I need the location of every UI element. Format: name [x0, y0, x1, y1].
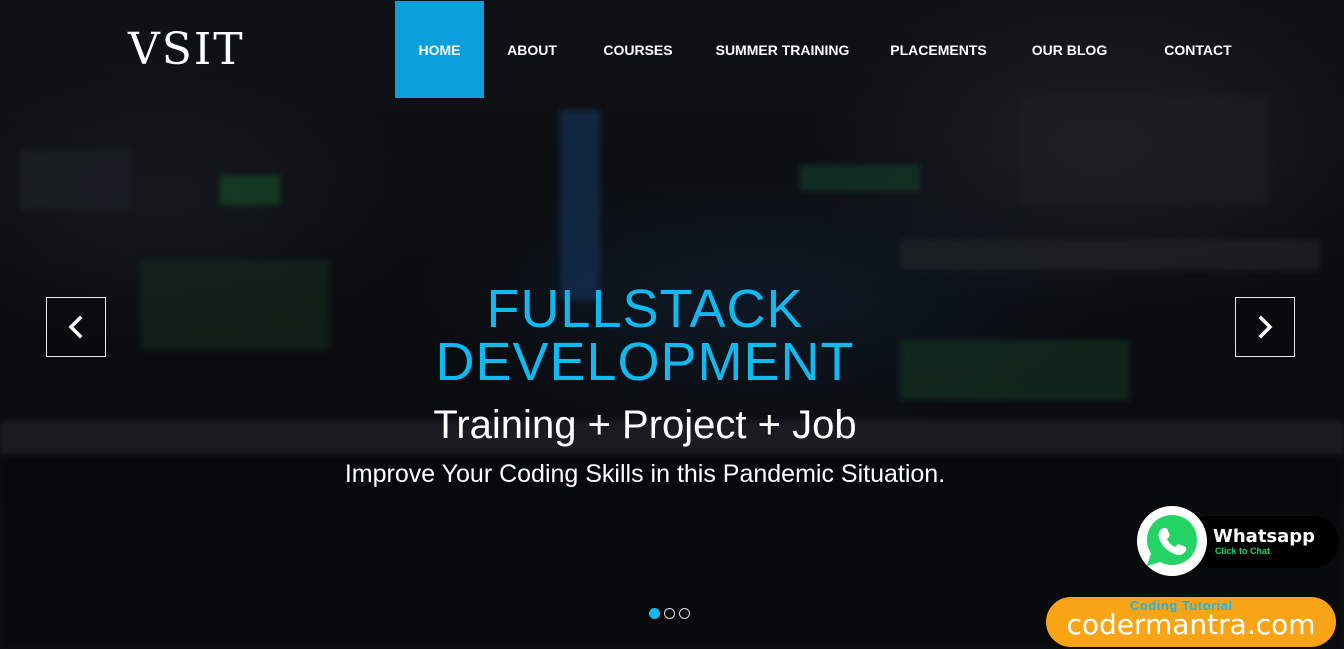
- site-logo[interactable]: VSIT: [128, 24, 245, 75]
- nav-item-contact[interactable]: CONTACT: [1131, 1, 1265, 98]
- slide-headline-line2: DEVELOPMENT: [435, 332, 855, 392]
- main-nav: HOME ABOUT COURSES SUMMER TRAINING PLACE…: [395, 1, 1265, 98]
- nav-item-our-blog[interactable]: OUR BLOG: [1008, 1, 1131, 98]
- nav-item-placements[interactable]: PLACEMENTS: [869, 1, 1008, 98]
- watermark-url: codermantra.com: [1066, 608, 1316, 641]
- whatsapp-icon: [1137, 506, 1207, 576]
- slider-next-button[interactable]: [1235, 297, 1295, 357]
- whatsapp-chat-button[interactable]: Whatsapp Click to Chat: [1133, 504, 1339, 580]
- chevron-left-icon: [68, 315, 83, 339]
- slider-dot-1[interactable]: [649, 608, 660, 619]
- slider-dot-3[interactable]: [679, 608, 690, 619]
- nav-item-home[interactable]: HOME: [395, 1, 484, 98]
- nav-item-about[interactable]: ABOUT: [484, 1, 580, 98]
- nav-item-summer-training[interactable]: SUMMER TRAINING: [696, 1, 869, 98]
- slide-tagline: Improve Your Coding Skills in this Pande…: [344, 460, 946, 488]
- whatsapp-subtitle: Click to Chat: [1215, 546, 1271, 556]
- nav-item-label: ABOUT: [507, 41, 557, 58]
- codermantra-watermark: Coding Tutorial codermantra.com: [1046, 597, 1336, 647]
- slide-headline-line1: FULLSTACK: [486, 279, 804, 339]
- slider-prev-button[interactable]: [46, 297, 106, 357]
- nav-item-label: COURSES: [603, 41, 673, 58]
- chevron-right-icon: [1258, 315, 1273, 339]
- nav-item-courses[interactable]: COURSES: [580, 1, 696, 98]
- slide-subheading: Training + Project + Job: [433, 403, 857, 447]
- nav-item-label: HOME: [418, 41, 461, 58]
- slider-dot-2[interactable]: [664, 608, 675, 619]
- nav-item-label: CONTACT: [1164, 41, 1232, 58]
- nav-item-label: OUR BLOG: [1031, 41, 1108, 58]
- nav-item-label: PLACEMENTS: [890, 41, 987, 58]
- slider-pagination: [649, 608, 690, 619]
- nav-item-label: SUMMER TRAINING: [715, 41, 850, 58]
- whatsapp-title: Whatsapp: [1213, 526, 1316, 547]
